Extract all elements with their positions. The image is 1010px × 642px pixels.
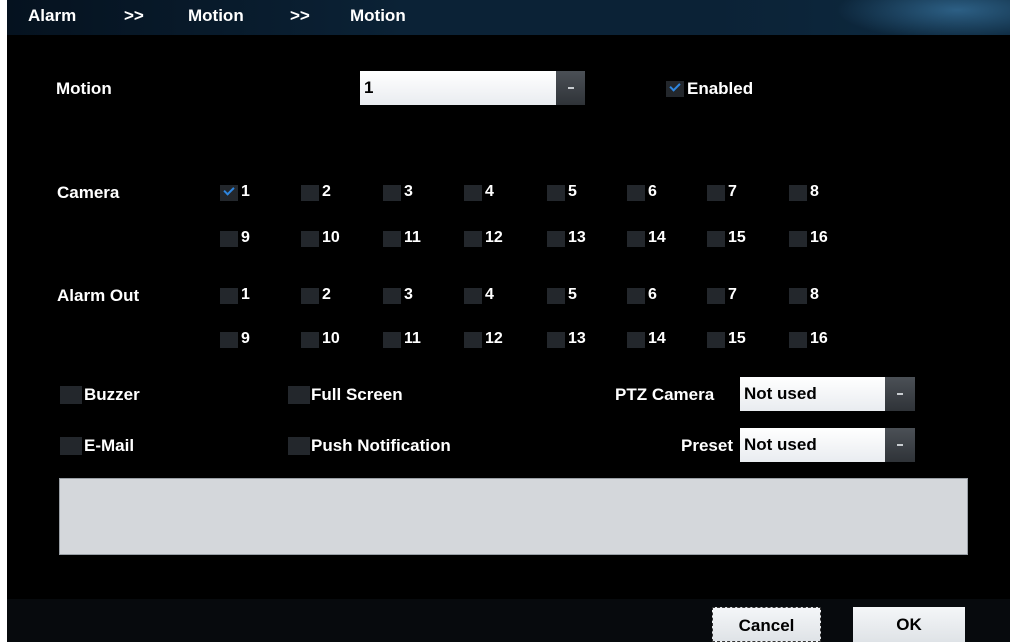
cancel-button[interactable]: Cancel [712,607,821,642]
alarm-out-checkbox-label-5: 5 [568,286,577,303]
camera-checkbox-4[interactable] [464,185,482,201]
alarm-out-checkbox-12[interactable] [464,332,482,348]
camera-checkbox-label-7: 7 [728,183,737,200]
camera-checkbox-label-5: 5 [568,183,577,200]
alarm-out-checkbox-label-10: 10 [322,330,340,347]
alarm-out-checkbox-label-15: 15 [728,330,746,347]
motion-select[interactable]: 1 [360,71,585,105]
breadcrumb-separator: >> [290,6,310,25]
camera-checkbox-label-1: 1 [241,183,250,200]
camera-checkbox-11[interactable] [383,231,401,247]
camera-checkbox-15[interactable] [707,231,725,247]
breadcrumb: Alarm >> Motion >> Motion [7,0,1010,35]
push-notification-checkbox[interactable] [288,437,310,455]
ptz-camera-label: PTZ Camera [615,385,715,404]
alarm-out-checkbox-5[interactable] [547,288,565,304]
alarm-out-checkbox-label-2: 2 [322,286,331,303]
alarm-out-checkbox-label-13: 13 [568,330,586,347]
alarm-out-checkbox-15[interactable] [707,332,725,348]
buzzer-checkbox[interactable] [60,386,82,404]
preset-label: Preset [681,436,733,455]
camera-checkbox-9[interactable] [220,231,238,247]
breadcrumb-separator: >> [124,6,144,25]
camera-checkbox-label-15: 15 [728,229,746,246]
buzzer-label: Buzzer [84,385,140,404]
breadcrumb-item-motion-current: Motion [350,6,406,25]
motion-select-value: 1 [360,71,556,105]
camera-checkbox-label-12: 12 [485,229,503,246]
ptz-camera-select[interactable]: Not used [740,377,915,411]
alarm-out-checkbox-8[interactable] [789,288,807,304]
camera-label: Camera [57,183,120,202]
camera-checkbox-8[interactable] [789,185,807,201]
camera-checkbox-13[interactable] [547,231,565,247]
alarm-out-checkbox-13[interactable] [547,332,565,348]
camera-checkbox-16[interactable] [789,231,807,247]
breadcrumb-item-motion: Motion [188,6,244,25]
ok-button[interactable]: OK [853,607,965,642]
ptz-camera-select-value: Not used [740,377,885,411]
alarm-out-checkbox-3[interactable] [383,288,401,304]
chevron-down-icon[interactable] [885,377,915,411]
alarm-out-checkbox-16[interactable] [789,332,807,348]
camera-checkbox-10[interactable] [301,231,319,247]
alarm-out-checkbox-label-7: 7 [728,286,737,303]
alarm-out-checkbox-label-3: 3 [404,286,413,303]
enabled-label: Enabled [687,79,754,98]
alarm-out-checkbox-label-9: 9 [241,330,250,347]
alarm-out-checkbox-10[interactable] [301,332,319,348]
email-label: E-Mail [84,436,135,455]
camera-checkbox-label-9: 9 [241,229,250,246]
camera-checkbox-label-10: 10 [322,229,340,246]
camera-checkbox-12[interactable] [464,231,482,247]
alarm-out-checkbox-label-16: 16 [810,330,828,347]
chevron-down-icon[interactable] [885,428,915,462]
preset-select[interactable]: Not used [740,428,915,462]
camera-checkbox-5[interactable] [547,185,565,201]
message-area [59,478,968,555]
alarm-out-checkbox-label-4: 4 [485,286,494,303]
full-screen-label: Full Screen [311,385,403,404]
alarm-out-checkbox-1[interactable] [220,288,238,304]
full-screen-checkbox[interactable] [288,386,310,404]
camera-checkbox-label-6: 6 [648,183,657,200]
preset-select-value: Not used [740,428,885,462]
motion-label: Motion [56,79,112,98]
alarm-out-checkbox-6[interactable] [627,288,645,304]
alarm-out-checkbox-11[interactable] [383,332,401,348]
camera-checkbox-label-2: 2 [322,183,331,200]
camera-checkbox-14[interactable] [627,231,645,247]
camera-checkbox-7[interactable] [707,185,725,201]
email-checkbox[interactable] [60,437,82,455]
camera-checkbox-label-13: 13 [568,229,586,246]
camera-checkbox-label-4: 4 [485,183,494,200]
alarm-out-checkbox-7[interactable] [707,288,725,304]
camera-checkbox-label-3: 3 [404,183,413,200]
camera-checkbox-label-16: 16 [810,229,828,246]
alarm-out-checkbox-label-6: 6 [648,286,657,303]
alarm-out-checkbox-label-12: 12 [485,330,503,347]
camera-checkbox-2[interactable] [301,185,319,201]
camera-checkbox-label-14: 14 [648,229,666,246]
alarm-out-checkbox-label-11: 11 [404,330,421,347]
camera-checkbox-label-11: 11 [404,229,421,246]
camera-checkbox-label-8: 8 [810,183,819,200]
camera-checkbox-3[interactable] [383,185,401,201]
enabled-checkbox[interactable] [666,81,684,97]
camera-checkbox-6[interactable] [627,185,645,201]
camera-checkbox-1[interactable] [220,185,238,201]
alarm-out-checkbox-label-1: 1 [241,286,250,303]
alarm-out-checkbox-9[interactable] [220,332,238,348]
alarm-out-checkbox-label-8: 8 [810,286,819,303]
alarm-out-label: Alarm Out [57,286,140,305]
chevron-down-icon[interactable] [556,71,585,105]
push-notification-label: Push Notification [311,436,451,455]
alarm-out-checkbox-label-14: 14 [648,330,666,347]
motion-alarm-dialog: Alarm >> Motion >> Motion Motion 1 Enabl… [7,0,1010,642]
alarm-out-checkbox-2[interactable] [301,288,319,304]
alarm-out-checkbox-14[interactable] [627,332,645,348]
alarm-out-checkbox-4[interactable] [464,288,482,304]
breadcrumb-item-alarm: Alarm [28,6,77,25]
